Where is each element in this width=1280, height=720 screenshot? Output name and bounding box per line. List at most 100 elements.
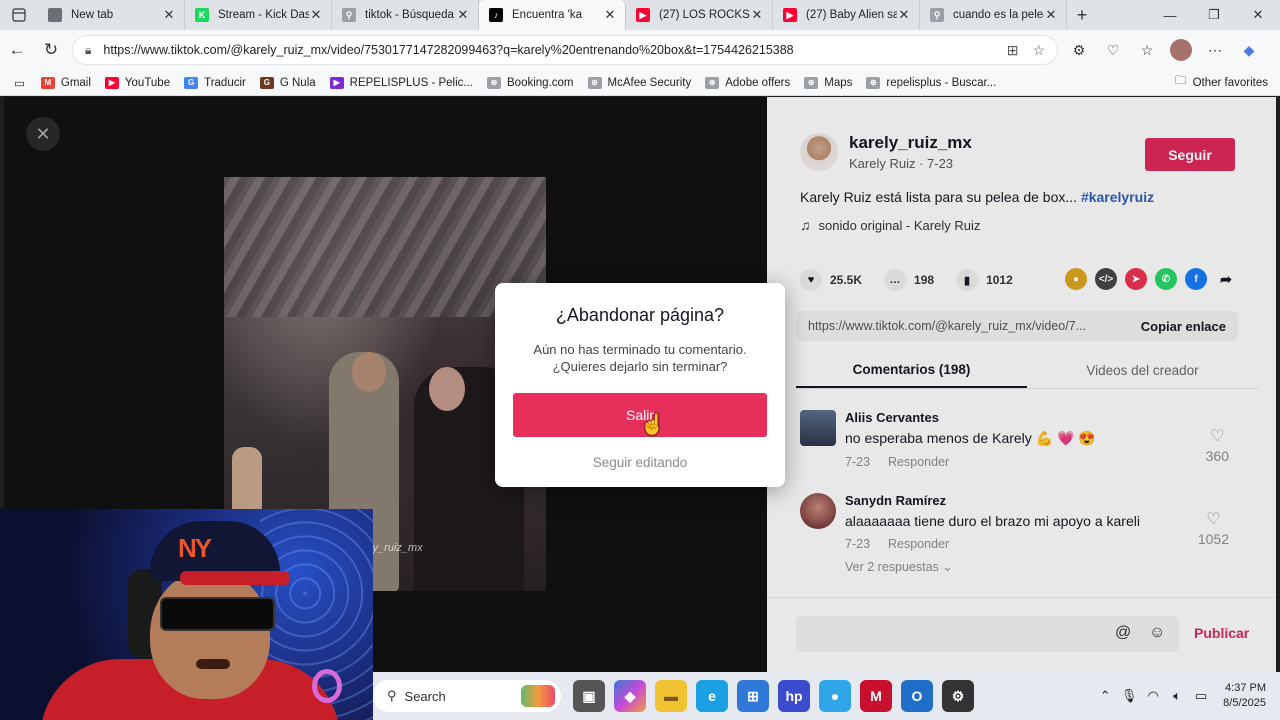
- follow-button[interactable]: Seguir: [1145, 138, 1235, 171]
- copilot-icon[interactable]: ◆: [1232, 33, 1266, 67]
- coin-share-icon[interactable]: ●: [1065, 268, 1087, 290]
- emoji-icon[interactable]: ☺: [1149, 624, 1165, 642]
- bookmark-item[interactable]: G Traducir: [184, 76, 246, 89]
- view-replies-button[interactable]: Ver 2 respuestas ⌄: [845, 559, 1140, 574]
- close-tab-icon[interactable]: ✕: [456, 7, 470, 23]
- minimize-icon[interactable]: —: [1148, 0, 1192, 30]
- wifi-icon[interactable]: ◠: [1141, 688, 1165, 704]
- url-field[interactable]: 🔒︎ https://www.tiktok.com/@karely_ruiz_m…: [72, 35, 1058, 65]
- volume-icon[interactable]: 🔈︎: [1165, 688, 1189, 704]
- taskbar-search-label[interactable]: Search: [405, 689, 446, 704]
- sound-link[interactable]: ♫ sonido original - Karely Ruiz: [800, 217, 980, 233]
- file-explorer-icon[interactable]: ▬: [655, 680, 687, 712]
- embed-icon[interactable]: </>: [1095, 268, 1117, 290]
- microsoft-store-icon[interactable]: ⊞: [737, 680, 769, 712]
- favorites-icon[interactable]: ☆: [1130, 33, 1164, 67]
- browser-tab[interactable]: ▶ (27) LOS ROCKSTA✕: [626, 0, 773, 30]
- copilot-app-icon[interactable]: ◆: [614, 680, 646, 712]
- like-stat[interactable]: ♥ 25.5K: [800, 269, 862, 291]
- close-tab-icon[interactable]: ✕: [603, 7, 617, 23]
- maximize-icon[interactable]: ❐: [1192, 0, 1236, 30]
- copy-link-button[interactable]: Copiar enlace: [1141, 319, 1226, 334]
- bookmark-item[interactable]: ▶ YouTube: [104, 76, 170, 89]
- hashtag-link[interactable]: #karelyruiz: [1081, 189, 1154, 205]
- close-tab-icon[interactable]: ✕: [309, 7, 323, 23]
- browser-tab[interactable]: ⚲ tiktok - Búsqueda ✕: [332, 0, 479, 30]
- reply-button[interactable]: Responder: [888, 455, 949, 469]
- chrome-icon[interactable]: ●: [819, 680, 851, 712]
- comment-like[interactable]: ♡ 360: [1206, 426, 1229, 464]
- browser-essentials-icon[interactable]: ♡: [1096, 33, 1130, 67]
- tab-actions-icon[interactable]: [0, 0, 38, 30]
- hp-icon[interactable]: hp: [778, 680, 810, 712]
- favorite-star-icon[interactable]: ☆: [1032, 42, 1045, 59]
- chevron-up-icon[interactable]: ⌃: [1093, 688, 1117, 704]
- edge-icon[interactable]: e: [696, 680, 728, 712]
- bookmark-item[interactable]: ⊕ repelisplus - Buscar...: [866, 76, 996, 89]
- comment-avatar[interactable]: [800, 410, 836, 446]
- taskbar-clock[interactable]: 4:37 PM 8/5/2025: [1223, 681, 1266, 711]
- refresh-icon[interactable]: ↻: [34, 33, 68, 67]
- bookmark-item[interactable]: ⊕ Booking.com: [487, 76, 574, 89]
- bookmark-item[interactable]: M Gmail: [40, 76, 91, 89]
- reply-button[interactable]: Responder: [888, 537, 949, 551]
- reading-list-icon[interactable]: ▭: [14, 76, 25, 90]
- split-screen-icon[interactable]: ⊞: [1007, 42, 1019, 59]
- tab-comments[interactable]: Comentarios (198): [796, 353, 1027, 388]
- browser-tab[interactable]: K Stream - Kick Dash ✕: [185, 0, 332, 30]
- mention-icon[interactable]: @: [1115, 624, 1131, 642]
- taskbar-search[interactable]: ⚲ Search: [373, 680, 561, 712]
- close-tab-icon[interactable]: ✕: [897, 7, 911, 23]
- browser-tab[interactable]: ▶ (27) Baby Alien sa ✕: [773, 0, 920, 30]
- comment-like[interactable]: ♡ 1052: [1198, 509, 1229, 547]
- bookmark-item[interactable]: ▶ REPELISPLUS - Pelic...: [329, 76, 473, 89]
- task-view-icon[interactable]: ▣: [573, 680, 605, 712]
- heart-outline-icon[interactable]: ♡: [1198, 509, 1229, 529]
- share-arrow-icon[interactable]: ➦: [1215, 268, 1237, 290]
- tab-creator-videos[interactable]: Videos del creador: [1027, 353, 1258, 388]
- profile-avatar[interactable]: [1170, 39, 1192, 61]
- close-tab-icon[interactable]: ✕: [1044, 7, 1058, 23]
- browser-tab[interactable]: ♪ Encuentra 'ka ✕: [479, 0, 626, 30]
- facebook-icon[interactable]: f: [1185, 268, 1207, 290]
- author-block[interactable]: karely_ruiz_mx Karely Ruiz · 7-23: [800, 133, 972, 171]
- more-menu-icon[interactable]: ⋯: [1198, 33, 1232, 67]
- close-tab-icon[interactable]: ✕: [750, 7, 764, 23]
- whatsapp-icon[interactable]: ✆: [1155, 268, 1177, 290]
- bookmark-item[interactable]: G G Nula: [259, 76, 316, 89]
- sound-label[interactable]: sonido original - Karely Ruiz: [819, 218, 981, 233]
- close-window-icon[interactable]: ✕: [1236, 0, 1280, 30]
- comment-avatar[interactable]: [800, 493, 836, 529]
- heart-outline-icon[interactable]: ♡: [1206, 426, 1229, 446]
- lock-icon[interactable]: 🔒︎: [85, 43, 91, 58]
- author-avatar[interactable]: [800, 133, 838, 171]
- author-username[interactable]: karely_ruiz_mx: [849, 133, 972, 153]
- publish-button[interactable]: Publicar: [1194, 625, 1249, 641]
- close-tab-icon[interactable]: ✕: [162, 7, 176, 23]
- comment-username[interactable]: Aliis Cervantes: [845, 410, 1096, 425]
- new-tab-button[interactable]: +: [1067, 5, 1097, 26]
- settings-gear-icon[interactable]: ⚙: [942, 680, 974, 712]
- other-favorites[interactable]: 🗀 Other favorites: [1175, 73, 1268, 92]
- send-icon[interactable]: ➤: [1125, 268, 1147, 290]
- save-stat[interactable]: ▮ 1012: [956, 269, 1013, 291]
- comment-stat[interactable]: … 198: [884, 269, 934, 291]
- outlook-icon[interactable]: O: [901, 680, 933, 712]
- heart-icon[interactable]: ♥: [800, 269, 822, 291]
- keep-editing-button[interactable]: Seguir editando: [495, 455, 785, 470]
- mcafee-icon[interactable]: M: [860, 680, 892, 712]
- bookmark-item[interactable]: ⊕ Maps: [804, 76, 852, 89]
- comment-username[interactable]: Sanydn Ramírez: [845, 493, 1140, 508]
- battery-icon[interactable]: ▭: [1189, 688, 1213, 704]
- microphone-icon[interactable]: 🎙︎: [1117, 688, 1141, 704]
- browser-tab[interactable]: New tab ✕: [38, 0, 185, 30]
- bookmark-icon[interactable]: ▮: [956, 269, 979, 291]
- back-icon[interactable]: ←: [0, 33, 34, 67]
- close-video-icon[interactable]: ✕: [26, 117, 60, 151]
- url-text[interactable]: https://www.tiktok.com/@karely_ruiz_mx/v…: [103, 43, 992, 57]
- extensions-icon[interactable]: ⚙: [1062, 33, 1096, 67]
- bookmark-item[interactable]: ⊕ McAfee Security: [587, 76, 691, 89]
- share-link-url[interactable]: https://www.tiktok.com/@karely_ruiz_mx/v…: [808, 319, 1141, 333]
- comment-bubble-icon[interactable]: …: [884, 269, 907, 291]
- browser-tab[interactable]: ⚲ cuando es la pelea ✕: [920, 0, 1067, 30]
